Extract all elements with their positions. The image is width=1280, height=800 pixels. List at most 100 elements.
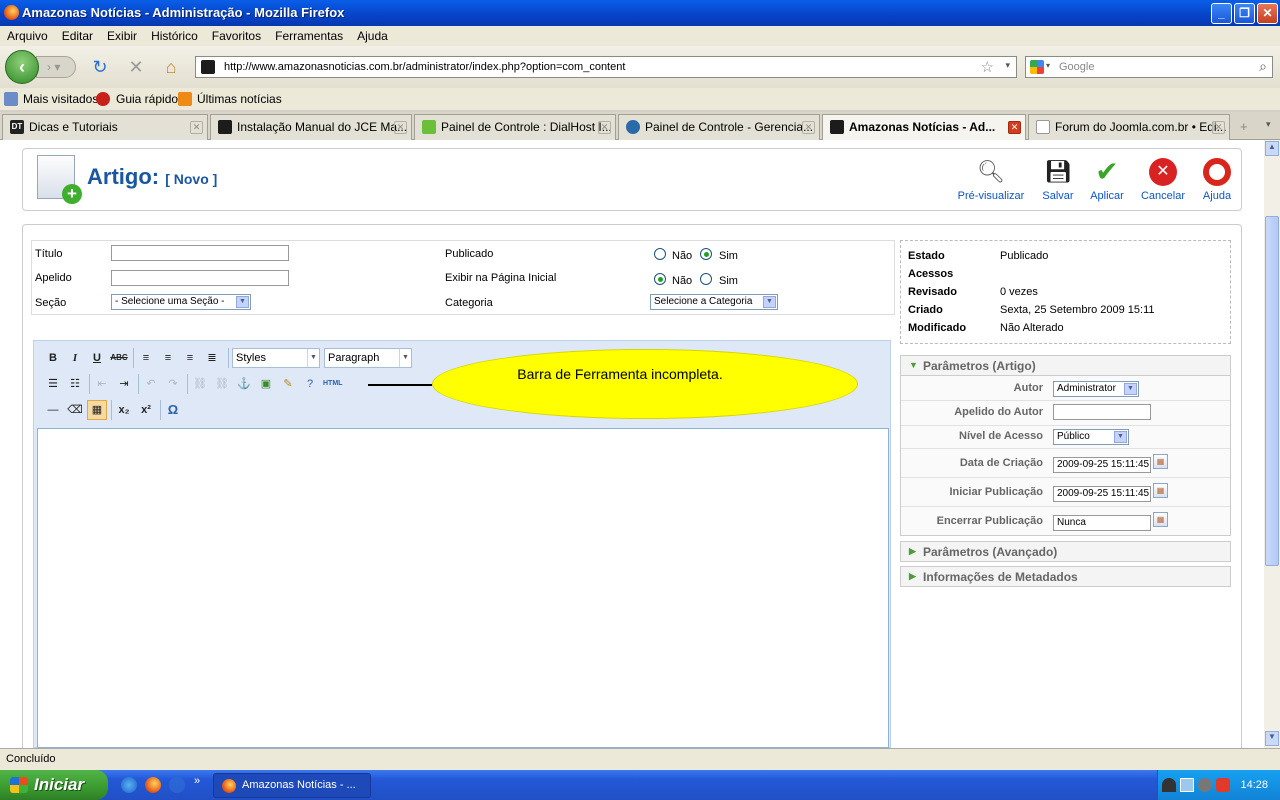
tab-close-icon[interactable]: ✕ xyxy=(190,121,203,134)
align-center-icon[interactable]: ≡ xyxy=(158,348,178,368)
undo-icon[interactable]: ↶ xyxy=(141,374,161,394)
editor-content-area[interactable] xyxy=(37,428,889,748)
special-character-icon[interactable]: Ω xyxy=(163,400,183,420)
redo-icon[interactable]: ↷ xyxy=(163,374,183,394)
new-tab-icon[interactable]: + xyxy=(1240,119,1248,134)
format-select[interactable]: Paragraph ▼ xyxy=(324,348,412,368)
image-icon[interactable]: ▣ xyxy=(256,374,276,394)
tab-list-icon[interactable]: ▾ xyxy=(1266,119,1271,130)
nivel-acesso-select[interactable]: Público ▼ xyxy=(1053,429,1129,445)
align-right-icon[interactable]: ≡ xyxy=(180,348,200,368)
stop-icon[interactable]: ✕ xyxy=(125,56,147,78)
monitor-icon[interactable] xyxy=(1180,778,1194,792)
help-icon[interactable]: ? xyxy=(300,374,320,394)
apelido-autor-input[interactable] xyxy=(1053,404,1151,420)
unlink-icon[interactable]: ⛓ xyxy=(212,374,232,394)
indent-icon[interactable]: ⇥ xyxy=(114,374,134,394)
tab-close-icon[interactable]: ✕ xyxy=(598,121,611,134)
secao-select[interactable]: - Selecione uma Seção - ▼ xyxy=(111,294,251,310)
bullet-list-icon[interactable]: ☰ xyxy=(43,374,63,394)
scroll-down-icon[interactable]: ▼ xyxy=(1265,731,1279,746)
autor-select[interactable]: Administrator ▼ xyxy=(1053,381,1139,397)
menu-favoritos[interactable]: Favoritos xyxy=(205,26,268,43)
bookmark-ultimas-noticias[interactable]: Últimas notícias xyxy=(197,92,282,106)
tab-close-icon[interactable]: ✕ xyxy=(1008,121,1021,134)
network-icon[interactable] xyxy=(1162,778,1176,792)
scroll-up-icon[interactable]: ▲ xyxy=(1265,141,1279,156)
search-engine-dropdown-icon[interactable]: ▾ xyxy=(1046,61,1050,70)
google-icon[interactable] xyxy=(1030,60,1044,74)
iniciar-publicacao-input[interactable]: 2009-09-25 15:11:45 xyxy=(1053,486,1151,502)
tab-forum[interactable]: Forum do Joomla.com.br • Edi... ✕ xyxy=(1028,114,1230,140)
subscript-icon[interactable]: x₂ xyxy=(114,400,134,420)
outdent-icon[interactable]: ⇤ xyxy=(92,374,112,394)
titulo-input[interactable] xyxy=(111,245,289,261)
encerrar-publicacao-input[interactable]: Nunca xyxy=(1053,515,1151,531)
categoria-select[interactable]: Selecione a Categoria ▼ xyxy=(650,294,778,310)
params-article-header[interactable]: ▼ Parâmetros (Artigo) xyxy=(900,355,1231,376)
tab-dicas[interactable]: DT Dicas e Tutoriais ✕ xyxy=(2,114,208,140)
superscript-icon[interactable]: x² xyxy=(136,400,156,420)
quicklaunch-icon[interactable] xyxy=(169,777,185,793)
exibir-sim-radio[interactable] xyxy=(700,273,712,285)
publicado-nao-radio[interactable] xyxy=(654,248,666,260)
search-bar[interactable]: ▾ Google ⌕ xyxy=(1025,56,1273,78)
tab-jce[interactable]: Instalação Manual do JCE Ma... ✕ xyxy=(210,114,412,140)
underline-button[interactable]: U xyxy=(87,348,107,368)
url-dropdown-icon[interactable]: ▾ xyxy=(1005,60,1010,71)
search-icon[interactable]: ⌕ xyxy=(1259,58,1267,75)
tab-amazonas[interactable]: Amazonas Notícias - Ad... ✕ xyxy=(822,114,1026,141)
quicklaunch-more-icon[interactable]: » xyxy=(194,775,200,787)
menu-ajuda[interactable]: Ajuda xyxy=(350,26,395,43)
apelido-input[interactable] xyxy=(111,270,289,286)
horizontal-rule-icon[interactable]: — xyxy=(43,400,63,420)
anchor-icon[interactable]: ⚓ xyxy=(234,374,254,394)
ie-quicklaunch-icon[interactable] xyxy=(121,777,137,793)
params-advanced-header[interactable]: ▶ Parâmetros (Avançado) xyxy=(900,541,1231,562)
menu-editar[interactable]: Editar xyxy=(55,26,100,43)
tab-close-icon[interactable]: ✕ xyxy=(802,121,815,134)
menu-historico[interactable]: Histórico xyxy=(144,26,205,43)
publicado-sim-radio[interactable] xyxy=(700,248,712,260)
calendar-icon[interactable]: ▦ xyxy=(1153,454,1168,469)
vertical-scrollbar[interactable]: ▲ ▼ xyxy=(1264,140,1280,748)
numbered-list-icon[interactable]: ☷ xyxy=(65,374,85,394)
exibir-nao-radio[interactable] xyxy=(654,273,666,285)
align-justify-icon[interactable]: ≣ xyxy=(202,348,222,368)
preview-button[interactable]: 🔍︎ Pré-visualizar xyxy=(955,158,1027,202)
remove-format-icon[interactable]: ⌫ xyxy=(65,400,85,420)
styles-select[interactable]: Styles ▼ xyxy=(232,348,320,368)
menu-ferramentas[interactable]: Ferramentas xyxy=(268,26,350,43)
align-left-icon[interactable]: ≡ xyxy=(136,348,156,368)
reload-icon[interactable]: ↻ xyxy=(89,56,111,78)
visual-aid-icon[interactable]: ▦ xyxy=(87,400,107,420)
scroll-thumb[interactable] xyxy=(1265,216,1279,566)
url-bar[interactable]: http://www.amazonasnoticias.com.br/admin… xyxy=(195,56,1017,78)
maximize-button[interactable]: ❐ xyxy=(1234,3,1255,24)
link-icon[interactable]: ⛓ xyxy=(190,374,210,394)
calendar-icon[interactable]: ▦ xyxy=(1153,512,1168,527)
tab-close-icon[interactable]: ✕ xyxy=(1212,121,1225,134)
metadata-header[interactable]: ▶ Informações de Metadados xyxy=(900,566,1231,587)
menu-exibir[interactable]: Exibir xyxy=(100,26,144,43)
calendar-icon[interactable]: ▦ xyxy=(1153,483,1168,498)
close-button[interactable]: ✕ xyxy=(1257,3,1278,24)
tab-close-icon[interactable]: ✕ xyxy=(394,121,407,134)
minimize-button[interactable]: _ xyxy=(1211,3,1232,24)
bookmark-guia-rapido[interactable]: Guia rápido xyxy=(116,92,178,106)
volume-icon[interactable] xyxy=(1198,778,1212,792)
start-button[interactable]: Iniciar xyxy=(0,770,108,800)
help-button[interactable]: Ajuda xyxy=(1181,158,1253,202)
tab-gerencia[interactable]: Painel de Controle - Gerencia... ✕ xyxy=(618,114,820,140)
home-icon[interactable]: ⌂ xyxy=(160,56,182,78)
strikethrough-button[interactable]: ABC xyxy=(109,348,129,368)
italic-button[interactable]: I xyxy=(65,348,85,368)
taskbar-item-firefox[interactable]: Amazonas Notícias - ... xyxy=(213,773,371,798)
forward-button[interactable]: › ▾ xyxy=(36,56,76,78)
html-source-icon[interactable]: HTML xyxy=(322,374,342,394)
menu-arquivo[interactable]: Arquivo xyxy=(0,26,55,43)
back-button[interactable]: ‹ xyxy=(5,50,39,84)
bookmark-mais-visitados[interactable]: Mais visitados xyxy=(23,92,98,106)
cleanup-icon[interactable]: ✎ xyxy=(278,374,298,394)
antivirus-icon[interactable] xyxy=(1216,778,1230,792)
